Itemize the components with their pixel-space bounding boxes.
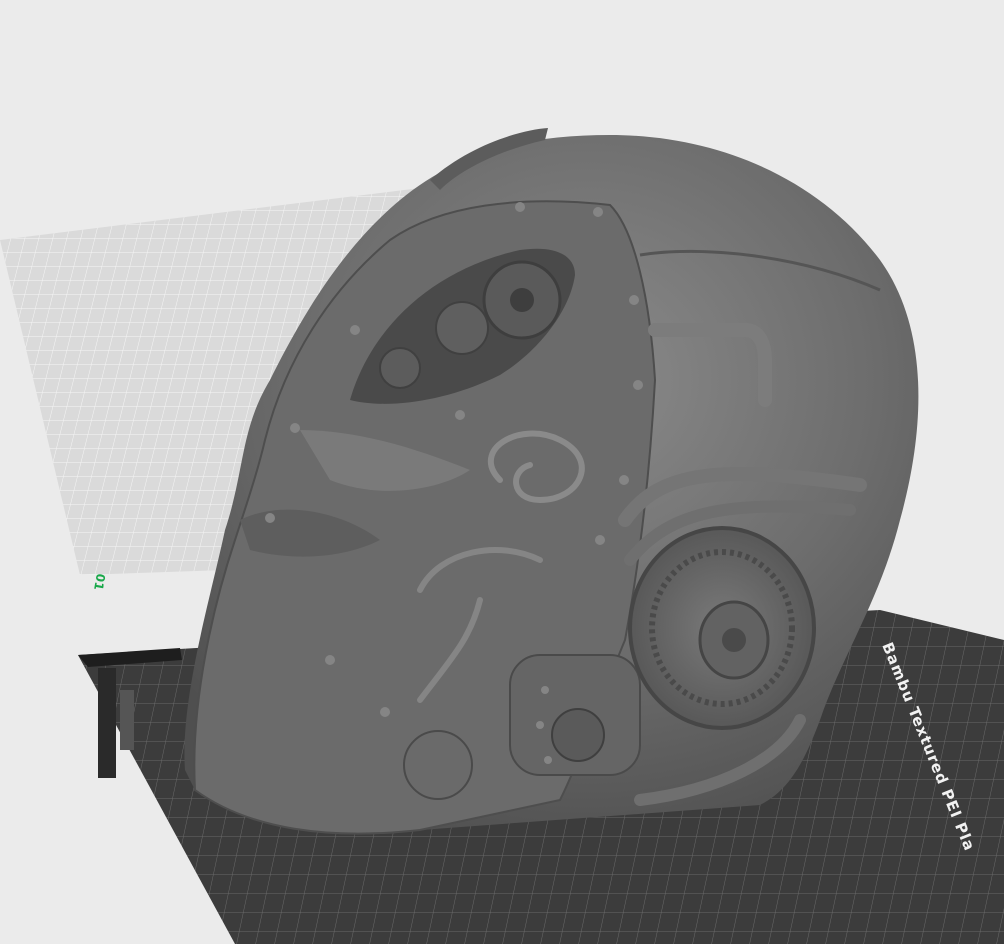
jaw-valve-icon <box>551 708 605 762</box>
eye-gear-hub-icon <box>510 288 534 312</box>
plate-number-label: 01 <box>91 572 108 591</box>
plate-clip <box>98 668 116 778</box>
scene-canvas[interactable]: Bambu Textured PEI Pla 01 <box>0 0 1004 944</box>
plate-clip-inner <box>120 690 134 750</box>
cheek-bolt-icon <box>403 730 473 800</box>
eye-gear-tiny-icon <box>379 347 421 389</box>
3d-viewport[interactable]: Bambu Textured PEI Pla 01 <box>0 0 1004 944</box>
ear-gear-center-icon <box>722 628 746 652</box>
eye-gear-small-icon <box>435 301 489 355</box>
